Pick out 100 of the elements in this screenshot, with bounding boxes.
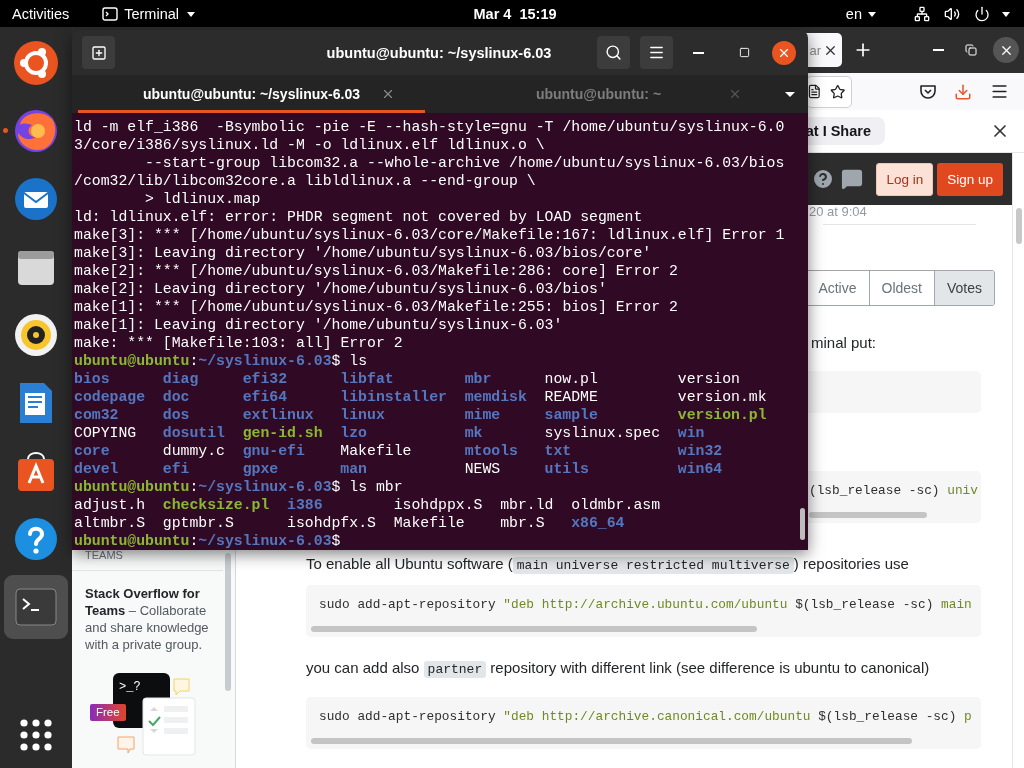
- minimize-icon: [692, 51, 704, 54]
- file-name: lzo: [340, 424, 367, 442]
- file-name: NEWS: [464, 460, 501, 478]
- restore-icon: [965, 44, 977, 56]
- scrollbar-thumb[interactable]: [311, 626, 757, 632]
- file-name: win64: [677, 460, 723, 478]
- address-field[interactable]: [806, 75, 852, 108]
- file-name: bios: [74, 370, 110, 388]
- free-badge: Free: [90, 704, 126, 721]
- clock[interactable]: Mar 4 15:19: [473, 5, 557, 22]
- file-name: mtools: [464, 442, 518, 460]
- file-name: utils: [544, 460, 589, 478]
- menu-icon: [989, 82, 1009, 101]
- activities-button[interactable]: Activities: [12, 5, 70, 22]
- network-icon: [914, 5, 930, 22]
- file-name: man: [340, 460, 367, 478]
- apps-grid-icon: [19, 718, 53, 752]
- file-name: mime: [464, 406, 501, 424]
- terminal-line: make[2]: Leaving directory '/home/ubuntu/syslinux-6.03/bios': [74, 280, 608, 298]
- file-name: Makefile: [340, 442, 412, 460]
- input-source-menu[interactable]: en: [839, 5, 884, 22]
- file-name: isohdpfx.S: [287, 514, 376, 532]
- file-name: isohdppx.S: [393, 496, 483, 514]
- file-name: gnu-efi: [242, 442, 305, 460]
- file-name: mbr.ld: [500, 496, 554, 514]
- file-name: devel: [74, 460, 119, 478]
- signup-button[interactable]: Sign up: [937, 162, 1003, 196]
- sidebar-heading: TEAMS: [85, 548, 124, 562]
- terminal-line: make[1]: *** [/home/ubuntu/syslinux-6.03/Makefile:255: bios] Error 2: [74, 298, 679, 316]
- file-name: efi: [162, 460, 190, 478]
- star-icon: [829, 82, 845, 101]
- terminal-line: > ldlinux.map: [144, 190, 262, 208]
- file-name: version.mk: [677, 388, 767, 406]
- file-name: altmbr.S: [74, 514, 146, 532]
- file-name: libfat: [340, 370, 394, 388]
- help-icon: [12, 515, 60, 563]
- menu-button[interactable]: [640, 36, 673, 69]
- answer-text: you can add also partner repository with different link (see difference is ubuntu to canonical): [306, 659, 931, 679]
- mail-icon: [12, 175, 60, 223]
- file-name: mbr: [464, 370, 492, 388]
- scrollbar-thumb[interactable]: [225, 553, 231, 691]
- terminal-line: make[3]: Leaving directory '/home/ubuntu/syslinux-6.03/bios/core': [74, 244, 653, 262]
- terminal-icon: [102, 5, 119, 22]
- login-button[interactable]: Log in: [876, 162, 934, 196]
- file-name: checksize.pl: [162, 496, 270, 514]
- code-text: sudo add-apt-repository "deb http://archive.ubuntu.com/ubuntu $(lsb_release -sc) main: [319, 597, 973, 613]
- terminal-line: make: *** [Makefile:103: all] Error 2: [74, 334, 404, 352]
- file-name: README: [544, 388, 598, 406]
- search-button[interactable]: [597, 36, 630, 69]
- file-name: com32: [74, 406, 119, 424]
- file-name: mbr.S: [500, 514, 545, 532]
- new-tab-button[interactable]: [82, 36, 115, 69]
- file-name: now.pl: [544, 370, 598, 388]
- file-name: win: [677, 424, 705, 442]
- file-name: core: [74, 442, 110, 460]
- file-name: efi32: [242, 370, 288, 388]
- answer-text: minal put:: [811, 334, 877, 352]
- scrollbar[interactable]: [1012, 153, 1024, 768]
- file-name: version: [677, 370, 740, 388]
- terminal-line: --start-group libcom32.a --whole-archive /home/ubuntu/syslinux-6.03/bios: [144, 154, 786, 172]
- running-indicator: [3, 128, 8, 133]
- file-name: adjust.h: [74, 496, 146, 514]
- terminal-line: ubuntu@ubuntu:~/syslinux-6.03$ ls mbr: [74, 478, 404, 496]
- promo-text: Stack Overflow for Teams – Collaborate and share knowledge with a private group.: [85, 585, 210, 653]
- code-text: sudo add-apt-repository "deb http://archive.canonical.com/ubuntu $(lsb_release -sc) p: [319, 709, 973, 725]
- sort-tab[interactable]: Votes: [933, 271, 994, 305]
- file-name: version.pl: [677, 406, 767, 424]
- timestamp: 20 at 9:04: [809, 205, 867, 219]
- search-icon: [605, 44, 622, 61]
- terminal-line: make[2]: *** [/home/ubuntu/syslinux-6.03/Makefile:286: core] Error 2: [74, 262, 679, 280]
- new-tab-icon: [90, 44, 107, 61]
- pocket-icon: [919, 82, 937, 101]
- scrollbar-thumb[interactable]: [311, 738, 912, 744]
- file-name: doc: [162, 388, 190, 406]
- logo-icon: [12, 39, 60, 87]
- app-menu[interactable]: Terminal: [102, 5, 197, 22]
- close-icon: [728, 87, 742, 101]
- file-name: dos: [162, 406, 190, 424]
- file-name: txt: [544, 442, 572, 460]
- close-icon: [381, 87, 395, 101]
- prompt-text: >_?: [119, 680, 141, 694]
- scrollbar-thumb[interactable]: [809, 512, 927, 518]
- scrollbar-thumb[interactable]: [800, 508, 805, 540]
- file-name: libinstaller: [340, 388, 447, 406]
- globe-icon: [12, 107, 60, 155]
- file-name: x86_64: [571, 514, 625, 532]
- close-button[interactable]: [993, 37, 1019, 63]
- file-name: oldmbr.asm: [571, 496, 660, 514]
- file-name: win32: [677, 442, 723, 460]
- terminal-line: ld: ldlinux.elf: error: PHDR segment not covered by LOAD segment: [74, 208, 644, 226]
- volume-icon: [944, 5, 960, 22]
- maximize-icon: [738, 47, 750, 58]
- terminal-line: ld -m elf_i386 -Bsymbolic -pie -E --hash-style=gnu -T /home/ubuntu/syslinux-6.0: [74, 118, 786, 136]
- window-title: ubuntu@ubuntu: ~/syslinux-6.03: [326, 44, 552, 61]
- file-name: i386: [287, 496, 323, 514]
- terminal-tab[interactable]: ubuntu@ubuntu: ~: [425, 75, 772, 113]
- file-name: dosutil: [162, 424, 225, 442]
- close-button[interactable]: [772, 40, 796, 65]
- file-name: gptmbr.S: [162, 514, 234, 532]
- inbox-icon[interactable]: [841, 168, 864, 190]
